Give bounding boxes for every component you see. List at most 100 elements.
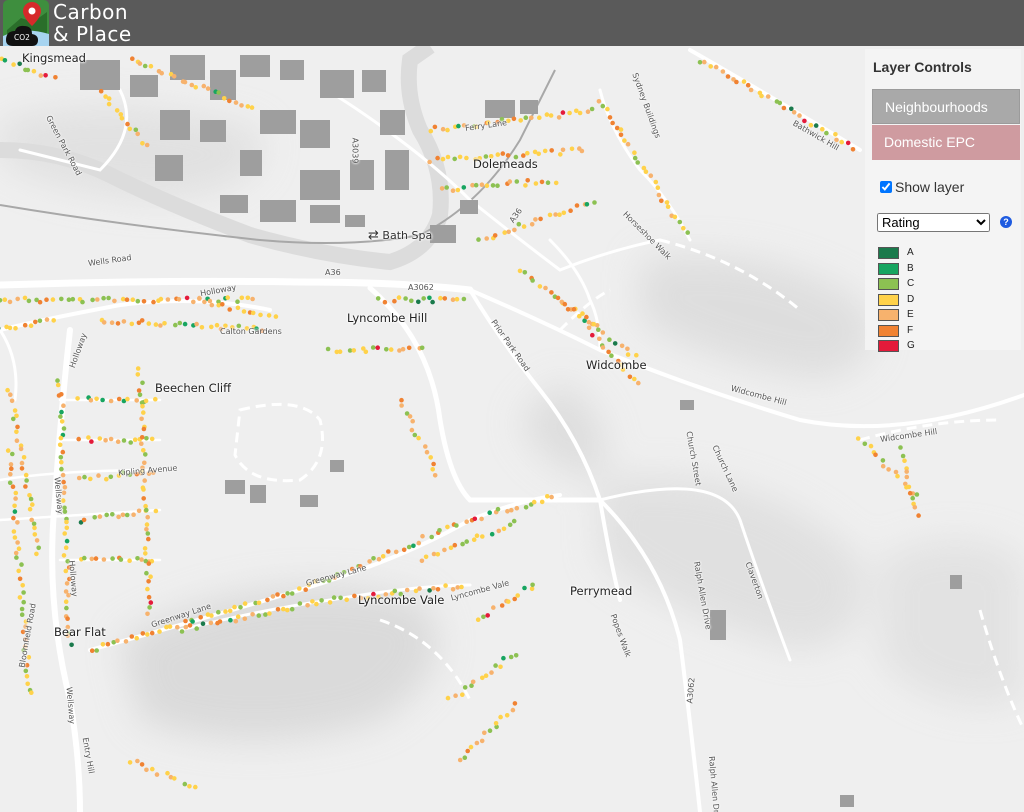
epc-point[interactable] — [81, 517, 87, 523]
epc-point[interactable] — [672, 214, 678, 220]
epc-point[interactable] — [12, 408, 18, 413]
epc-point[interactable] — [462, 755, 468, 760]
epc-point[interactable] — [15, 424, 20, 430]
epc-point[interactable] — [702, 59, 707, 65]
epc-point[interactable] — [281, 593, 286, 599]
epc-point[interactable] — [24, 478, 29, 483]
epc-point[interactable] — [610, 120, 615, 126]
epc-point[interactable] — [548, 113, 554, 118]
epc-point[interactable] — [145, 611, 150, 617]
epc-point[interactable] — [16, 546, 22, 551]
epc-point[interactable] — [187, 623, 193, 628]
epc-point[interactable] — [382, 299, 388, 305]
epc-point[interactable] — [411, 543, 416, 549]
epc-point[interactable] — [165, 770, 170, 776]
epc-point[interactable] — [479, 182, 485, 187]
epc-point[interactable] — [256, 613, 262, 618]
epc-point[interactable] — [636, 380, 641, 386]
epc-point[interactable] — [59, 409, 64, 415]
epc-point[interactable] — [632, 155, 638, 161]
epc-point[interactable] — [452, 542, 458, 548]
epc-point[interactable] — [232, 604, 237, 610]
epc-point[interactable] — [484, 236, 490, 241]
epc-point[interactable] — [431, 461, 436, 467]
epc-point[interactable] — [141, 426, 147, 432]
epc-point[interactable] — [64, 605, 69, 611]
epc-point[interactable] — [685, 230, 690, 235]
epc-point[interactable] — [437, 528, 442, 533]
epc-point[interactable] — [109, 320, 115, 326]
epc-point[interactable] — [235, 299, 240, 305]
epc-point[interactable] — [137, 61, 143, 66]
epc-point[interactable] — [9, 466, 14, 472]
epc-point[interactable] — [880, 458, 886, 463]
epc-point[interactable] — [455, 187, 461, 193]
epc-point[interactable] — [464, 155, 469, 161]
epc-point[interactable] — [104, 512, 109, 518]
epc-point[interactable] — [172, 776, 177, 781]
epc-point[interactable] — [144, 767, 149, 773]
epc-point[interactable] — [140, 404, 145, 409]
epc-point[interactable] — [538, 216, 543, 222]
epc-point[interactable] — [136, 508, 142, 514]
epc-point[interactable] — [622, 138, 627, 143]
epc-point[interactable] — [216, 609, 221, 615]
epc-point[interactable] — [720, 69, 726, 74]
epc-point[interactable] — [797, 113, 802, 118]
epc-point[interactable] — [135, 298, 141, 304]
epc-point[interactable] — [129, 634, 135, 639]
epc-point[interactable] — [142, 546, 148, 551]
epc-point[interactable] — [80, 299, 85, 305]
epc-point[interactable] — [189, 82, 195, 88]
epc-point[interactable] — [141, 487, 146, 492]
epc-point[interactable] — [511, 518, 517, 524]
epc-point[interactable] — [144, 507, 149, 513]
epc-point[interactable] — [461, 296, 467, 302]
epc-point[interactable] — [653, 179, 659, 185]
epc-point[interactable] — [115, 439, 121, 445]
epc-point[interactable] — [454, 523, 459, 528]
epc-point[interactable] — [512, 701, 518, 706]
epc-point[interactable] — [198, 615, 203, 620]
epc-point[interactable] — [59, 296, 64, 302]
epc-point[interactable] — [135, 372, 141, 377]
epc-point[interactable] — [23, 484, 28, 489]
epc-point[interactable] — [119, 116, 125, 121]
epc-point[interactable] — [217, 619, 223, 624]
epc-point[interactable] — [104, 476, 109, 482]
epc-point[interactable] — [12, 503, 17, 509]
epc-point[interactable] — [97, 436, 103, 441]
epc-point[interactable] — [514, 179, 520, 184]
epc-point[interactable] — [635, 160, 640, 165]
epc-point[interactable] — [539, 499, 545, 505]
epc-point[interactable] — [457, 154, 463, 160]
epc-point[interactable] — [741, 79, 747, 84]
epc-point[interactable] — [148, 574, 153, 579]
epc-point[interactable] — [141, 299, 147, 304]
epc-point[interactable] — [396, 295, 402, 300]
epc-point[interactable] — [485, 613, 491, 618]
epc-point[interactable] — [15, 540, 20, 545]
epc-point[interactable] — [419, 345, 425, 351]
epc-point[interactable] — [193, 85, 198, 90]
epc-point[interactable] — [423, 444, 428, 449]
epc-point[interactable] — [62, 531, 67, 536]
epc-point[interactable] — [435, 552, 441, 557]
epc-point[interactable] — [275, 607, 281, 612]
epc-point[interactable] — [625, 141, 631, 147]
epc-point[interactable] — [11, 416, 16, 422]
epc-point[interactable] — [149, 436, 155, 442]
epc-point[interactable] — [148, 600, 154, 605]
epc-point[interactable] — [157, 629, 162, 634]
epc-point[interactable] — [233, 618, 239, 624]
epc-point[interactable] — [483, 673, 489, 678]
epc-point[interactable] — [171, 74, 177, 79]
epc-point[interactable] — [305, 603, 310, 608]
epc-point[interactable] — [110, 512, 115, 517]
epc-point[interactable] — [95, 297, 100, 302]
epc-point[interactable] — [128, 440, 133, 445]
epc-point[interactable] — [625, 346, 630, 352]
epc-point[interactable] — [523, 505, 529, 510]
epc-point[interactable] — [19, 612, 25, 617]
epc-point[interactable] — [142, 478, 147, 483]
